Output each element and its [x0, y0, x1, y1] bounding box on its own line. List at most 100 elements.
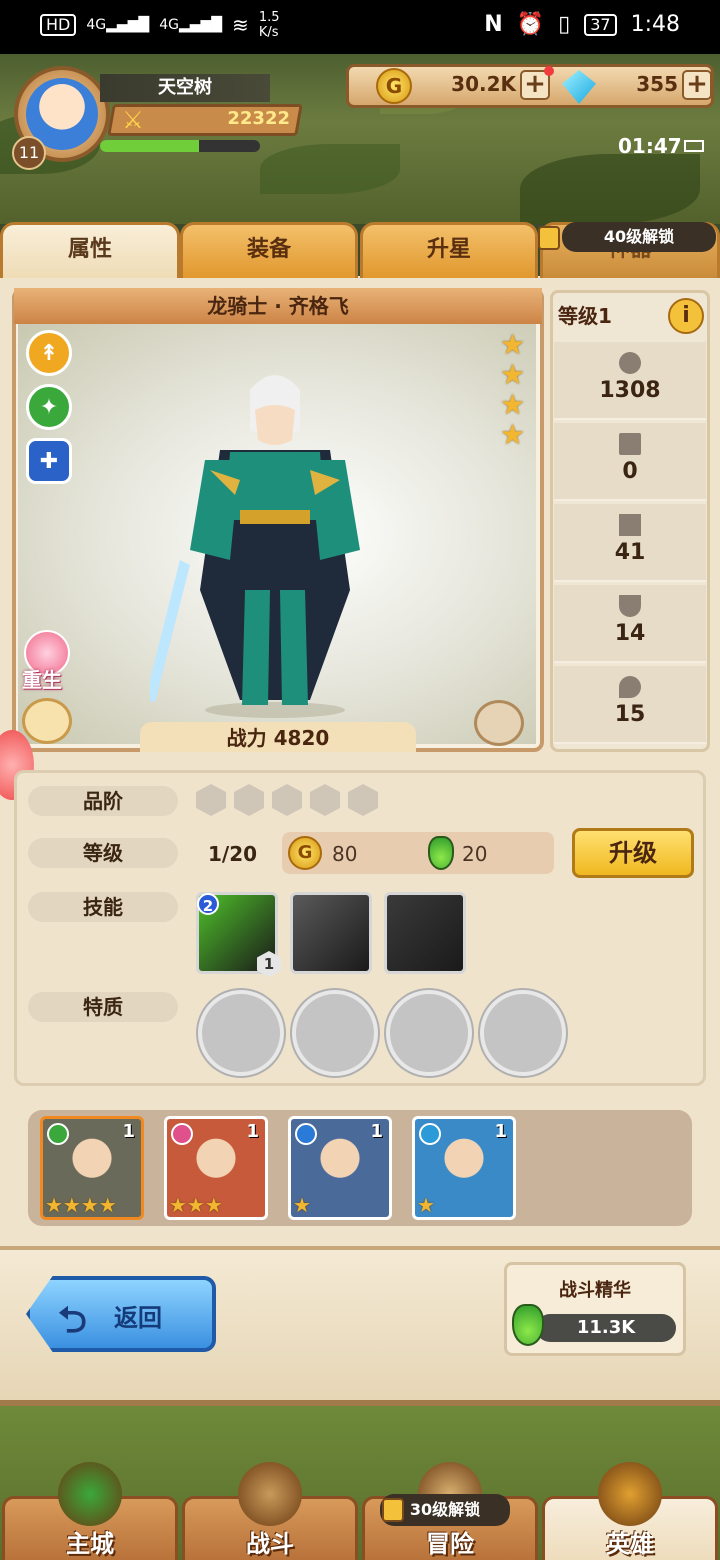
player-power-value: 22322: [227, 108, 290, 129]
skills-label: 技能: [28, 892, 178, 922]
back-arrow-icon[interactable]: ⮌: [58, 1294, 98, 1341]
star-icon: ★: [500, 418, 526, 451]
star-icon: ★: [500, 328, 526, 361]
hero-roster-item[interactable]: 1 ★: [288, 1116, 392, 1220]
vibrate-icon: ▯: [558, 12, 571, 37]
stat-cell: 14: [554, 585, 706, 663]
hd-badge: HD: [40, 14, 77, 36]
quality-hex-icon: [348, 784, 378, 816]
nav-heroes-label[interactable]: 英雄: [540, 1524, 720, 1559]
hero-count: 1: [494, 1121, 507, 1142]
stat-value: 15: [614, 702, 646, 727]
hero-class-icon: [419, 1123, 441, 1145]
signal-icon-1: 4G▂▄▆█: [86, 17, 150, 33]
player-xp-bar: [100, 140, 260, 152]
nfc-icon: N: [484, 12, 503, 37]
hero-level-value: 1/20: [208, 842, 258, 866]
hero-roster-item[interactable]: 1 ★★★: [164, 1116, 268, 1220]
status-bar: HD 4G▂▄▆█ 4G▂▄▆█ ≋ 1.5 K/s N ⏰ ▯ 37 1:48: [0, 0, 720, 54]
player-level-badge: 11: [12, 136, 46, 170]
quality-label: 品阶: [28, 786, 178, 816]
hero-roster-item[interactable]: 1 ★: [412, 1116, 516, 1220]
potion-icon: [428, 836, 454, 870]
gold-amount: 30.2K: [451, 72, 516, 96]
clock: 1:48: [630, 12, 680, 37]
quality-steps: [196, 784, 378, 816]
class-warrior-icon[interactable]: ↟: [26, 330, 72, 376]
info-icon[interactable]: i: [668, 298, 704, 334]
drop-icon: [619, 676, 641, 698]
stat-value: 1308: [599, 378, 661, 403]
trait-slot[interactable]: [386, 990, 472, 1076]
stat-value: 41: [614, 540, 646, 565]
dragon-faction-icon[interactable]: ✦: [26, 384, 72, 430]
hero-stars: ★: [293, 1193, 311, 1217]
gold-coin-icon: G: [376, 68, 412, 104]
skill-level-badge: 2: [197, 893, 219, 915]
nav-adventure-label[interactable]: 冒险: [360, 1524, 540, 1559]
chat-bubble-icon[interactable]: [474, 700, 524, 746]
network-speed: 1.5 K/s: [258, 10, 280, 40]
hero-roster-item[interactable]: 1 ★★★★: [40, 1116, 144, 1220]
stat-value: 14: [614, 621, 646, 646]
essence-potion-icon: [512, 1304, 544, 1346]
tab-equipment[interactable]: 装备: [180, 222, 358, 278]
skill-slot[interactable]: 21: [196, 892, 281, 977]
hero-count: 1: [122, 1121, 135, 1142]
tab-attributes[interactable]: 属性: [0, 222, 180, 278]
unlock-padlock-icon[interactable]: [22, 698, 72, 744]
player-xp-fill: [100, 140, 200, 152]
nav-main-city-icon[interactable]: [58, 1462, 122, 1526]
hero-stars: ★★★★: [45, 1193, 117, 1217]
stat-cell: 1308: [554, 342, 706, 420]
nav-main-city-label[interactable]: 主城: [0, 1524, 180, 1559]
battery-indicator: 37: [584, 13, 617, 36]
trait-slot[interactable]: [198, 990, 284, 1076]
quality-hex-icon: [196, 784, 226, 816]
hero-figure: [150, 375, 360, 718]
nav-battle-label[interactable]: 战斗: [180, 1524, 360, 1559]
quality-hex-icon: [234, 784, 264, 816]
skills-row: 21: [196, 892, 466, 977]
game-timer: 01:47: [618, 134, 682, 158]
player-name: 天空树: [100, 74, 270, 102]
quality-hex-icon: [310, 784, 340, 816]
crossed-swords-icon: ⚔: [122, 106, 144, 134]
stats-level: 等级1: [558, 304, 612, 328]
role-icon[interactable]: ✚: [26, 438, 72, 484]
trait-slot[interactable]: [480, 990, 566, 1076]
notification-dot: [544, 66, 554, 76]
dagger-icon: [619, 514, 641, 536]
hero-star-rating: ★ ★ ★ ★: [500, 330, 530, 450]
rebirth-label[interactable]: 重生: [22, 664, 72, 693]
trait-slot[interactable]: [292, 990, 378, 1076]
wifi-icon: ≋: [232, 13, 249, 37]
battle-essence-value: 11.3K: [536, 1314, 676, 1342]
upgrade-cost-box: [282, 832, 554, 874]
back-label[interactable]: 返回: [114, 1298, 162, 1333]
nav-battle-icon[interactable]: [238, 1462, 302, 1526]
skill-slot[interactable]: [384, 892, 466, 974]
artifact-unlock-banner: 40级解锁: [562, 222, 716, 252]
skill-slot[interactable]: [290, 892, 372, 974]
gold-coin-icon: G: [288, 836, 322, 870]
battle-essence-title: 战斗精华: [559, 1280, 631, 1301]
nav-heroes-icon[interactable]: [598, 1462, 662, 1526]
alarm-icon: ⏰: [516, 12, 545, 37]
lock-icon: [382, 1498, 404, 1522]
heart-icon: [619, 352, 641, 374]
tab-star-up[interactable]: 升星: [360, 222, 538, 278]
traits-row: [198, 990, 566, 1076]
hero-name: 龙骑士 · 齐格飞: [14, 288, 542, 324]
level-row-label: 等级: [28, 838, 178, 868]
add-diamond-button[interactable]: +: [682, 70, 712, 100]
hero-count: 1: [370, 1121, 383, 1142]
upgrade-button[interactable]: 升级: [572, 828, 694, 878]
signal-icon-2: 4G▂▄▆█: [159, 17, 223, 33]
hero-stars: ★: [417, 1193, 435, 1217]
hero-class-icon: [295, 1123, 317, 1145]
hero-class-icon: [171, 1123, 193, 1145]
battery-icon: [684, 140, 704, 152]
hero-count: 1: [246, 1121, 259, 1142]
hero-power: 战力 4820: [140, 722, 416, 752]
